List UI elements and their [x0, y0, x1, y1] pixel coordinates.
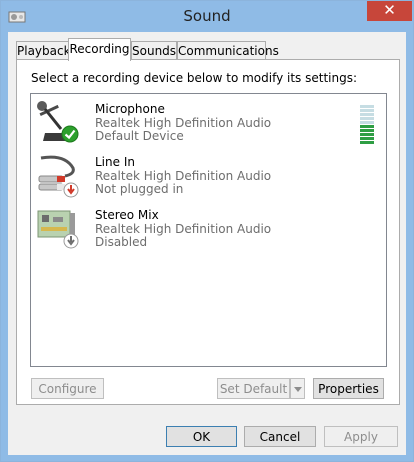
configure-button[interactable]: Configure: [31, 378, 104, 399]
device-name: Stereo Mix: [95, 208, 159, 222]
device-driver: Realtek High Definition Audio: [95, 222, 272, 236]
tab-playback[interactable]: Playback: [16, 41, 71, 60]
device-status: Disabled: [95, 235, 148, 249]
disabled-device-icon: [63, 233, 79, 249]
level-meter-bar: [360, 137, 374, 140]
level-meter-bar: [360, 121, 374, 124]
close-icon: ✕: [383, 1, 396, 19]
level-meter-bar: [360, 105, 374, 108]
properties-button[interactable]: Properties: [313, 378, 384, 399]
device-item-line-in[interactable]: Line In Realtek High Definition Audio No…: [31, 152, 371, 204]
ok-button[interactable]: OK: [166, 426, 237, 447]
tab-communications[interactable]: Communications: [177, 41, 279, 60]
device-driver: Realtek High Definition Audio: [95, 116, 272, 130]
title-bar[interactable]: Sound ✕: [1, 1, 413, 32]
device-name: Microphone: [95, 102, 165, 116]
device-status: Default Device: [95, 129, 184, 143]
set-default-dropdown[interactable]: [290, 378, 305, 399]
level-meter-bar: [360, 141, 374, 144]
level-meter-bar: [360, 113, 374, 116]
level-meter-bar: [360, 125, 374, 128]
device-item-microphone[interactable]: Microphone Realtek High Definition Audio…: [31, 99, 374, 151]
default-device-check-icon: [61, 125, 79, 143]
level-meter-bar: [360, 133, 374, 136]
device-name: Line In: [95, 155, 135, 169]
recording-panel: Select a recording device below to modif…: [16, 59, 400, 405]
device-item-stereo-mix[interactable]: Stereo Mix Realtek High Definition Audio…: [31, 205, 371, 257]
close-button[interactable]: ✕: [367, 1, 412, 21]
level-meter-bar: [360, 117, 374, 120]
dialog-client: Playback Recording Sounds Communications…: [8, 32, 406, 455]
device-status: Not plugged in: [95, 182, 184, 196]
instruction-text: Select a recording device below to modif…: [31, 71, 358, 85]
not-plugged-in-icon: [63, 182, 79, 198]
level-meter: [360, 105, 374, 147]
window-title: Sound: [183, 7, 231, 25]
level-meter-bar: [360, 129, 374, 132]
tab-recording[interactable]: Recording: [68, 38, 131, 61]
chevron-down-icon: [293, 387, 302, 392]
device-driver: Realtek High Definition Audio: [95, 169, 272, 183]
cancel-button[interactable]: Cancel: [244, 426, 316, 447]
apply-button[interactable]: Apply: [324, 426, 398, 447]
sound-dialog: Sound ✕ Playback Recording Sounds Commun…: [0, 0, 414, 462]
tab-sounds[interactable]: Sounds: [131, 41, 177, 60]
device-list[interactable]: Microphone Realtek High Definition Audio…: [30, 93, 387, 367]
level-meter-bar: [360, 109, 374, 112]
set-default-button[interactable]: Set Default: [217, 378, 290, 399]
